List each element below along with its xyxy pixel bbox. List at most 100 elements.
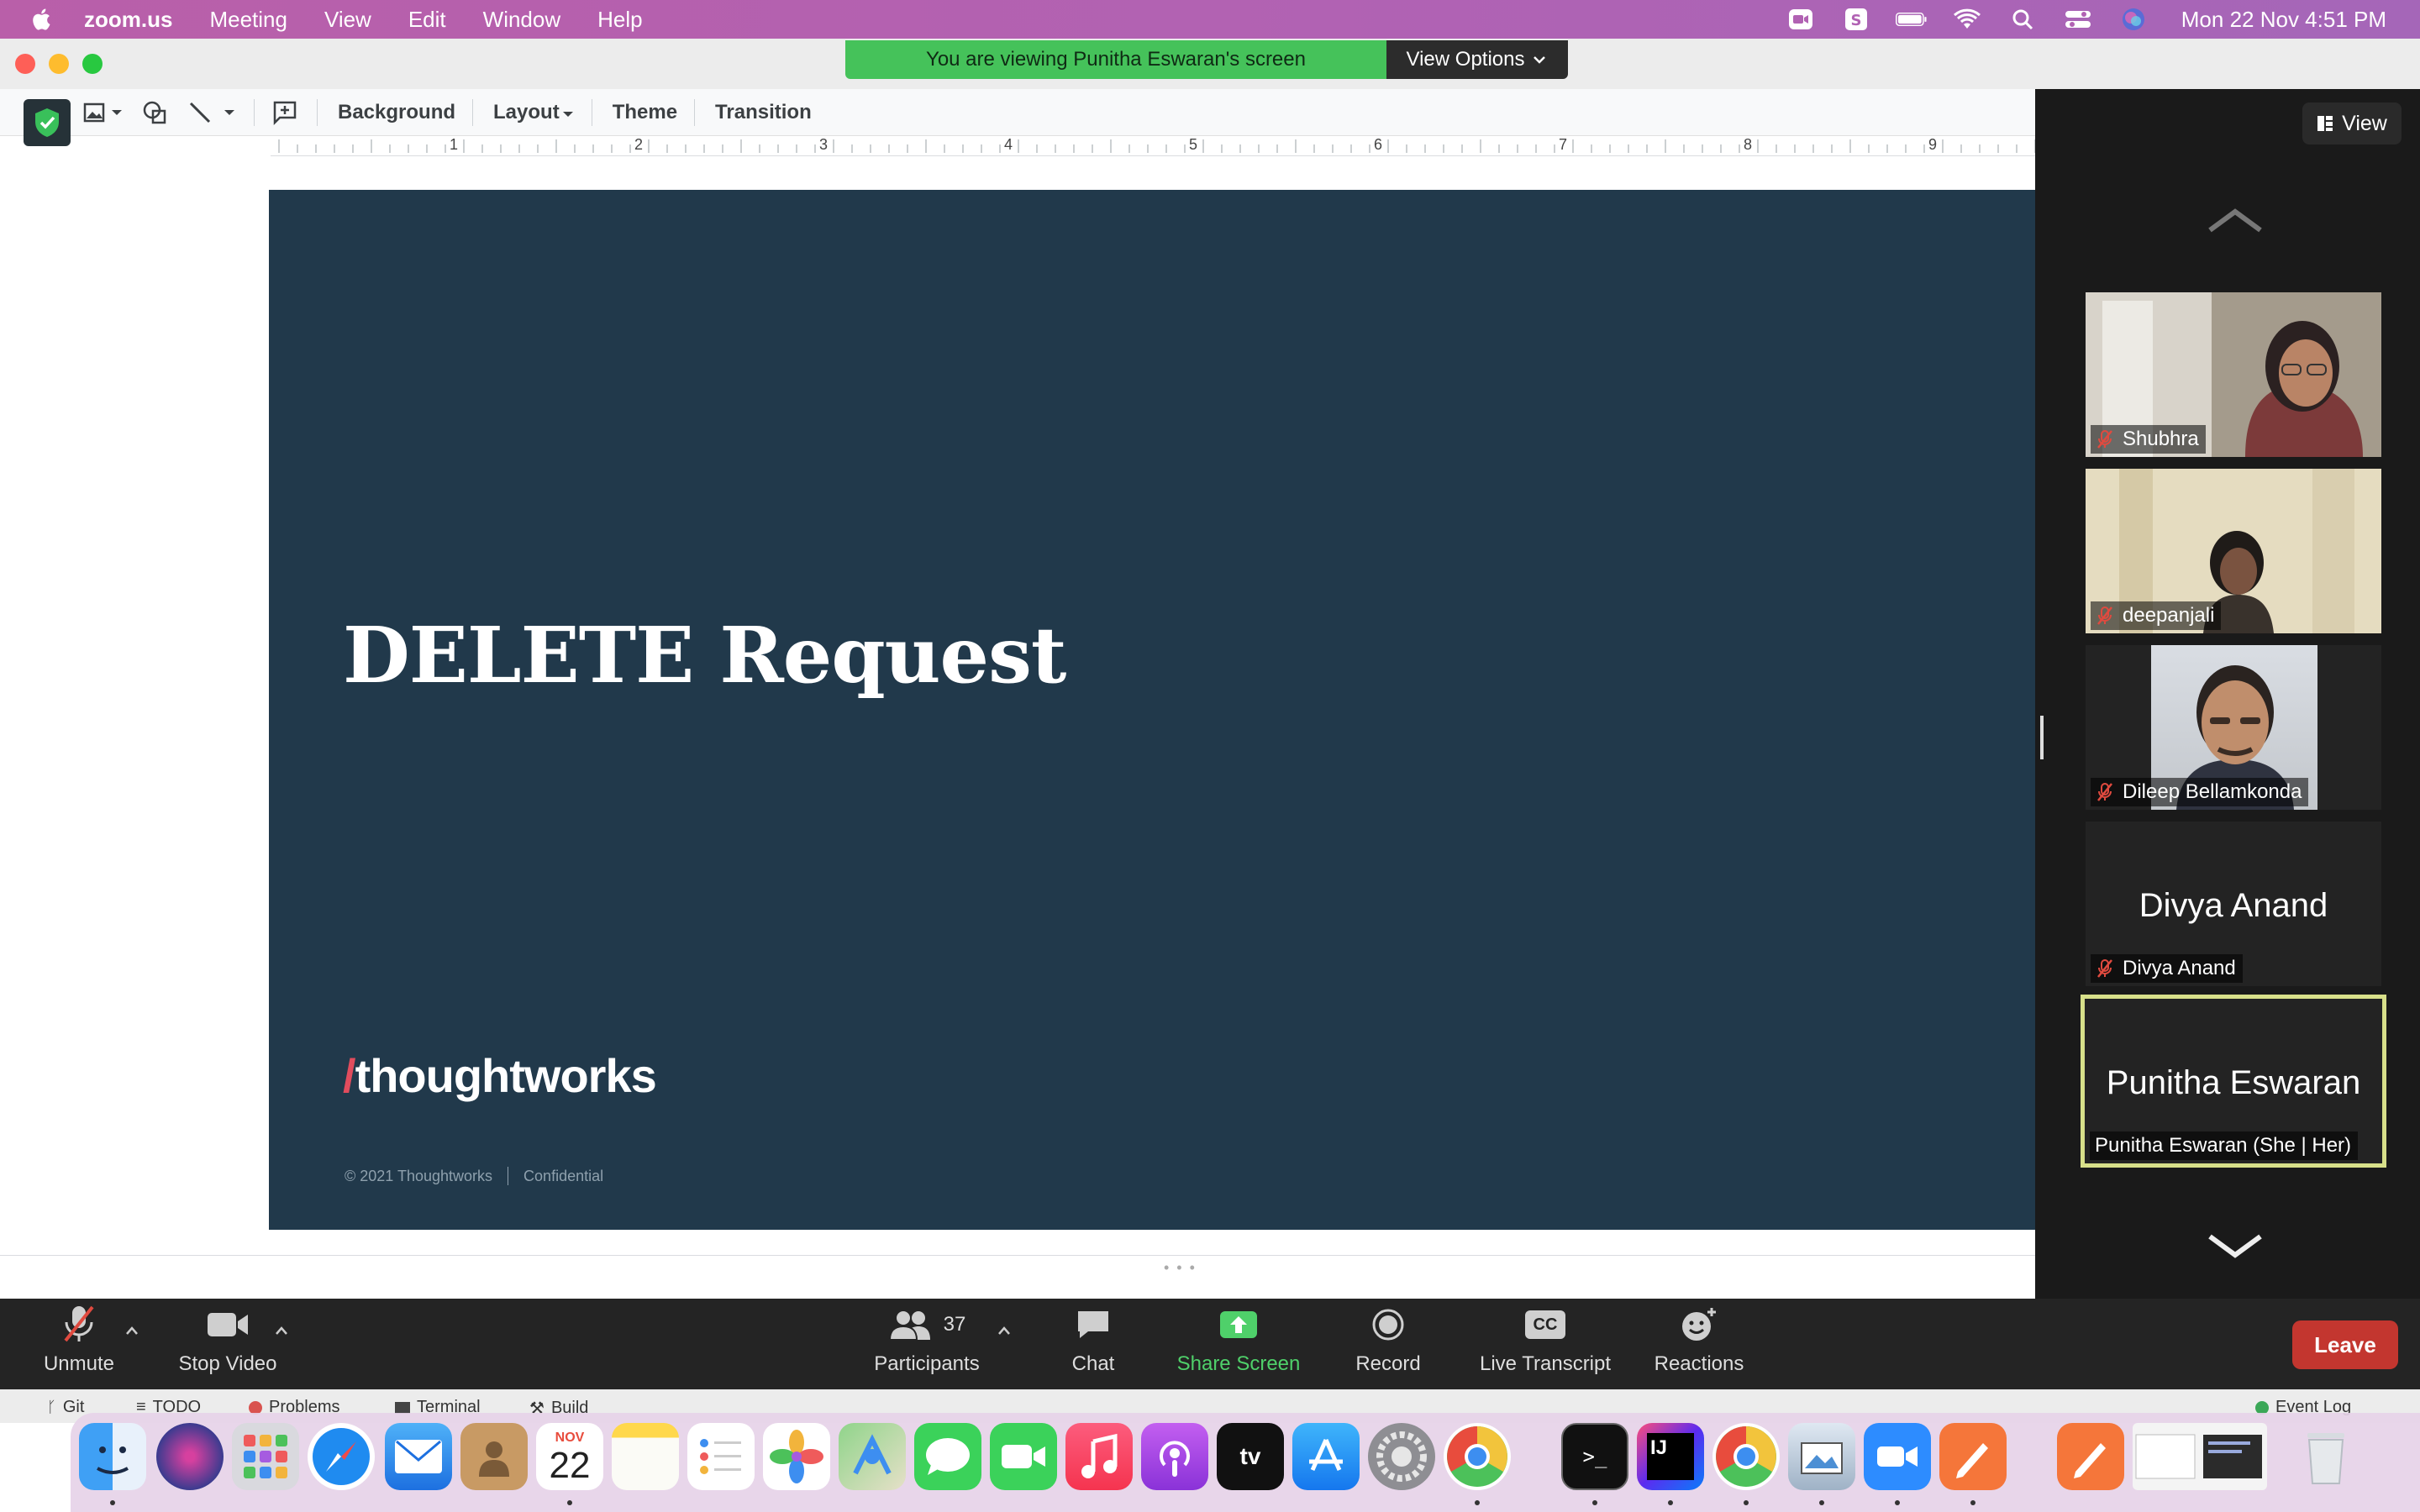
participant-tile[interactable]: Shubhra (2086, 292, 2381, 457)
facetime-icon[interactable] (990, 1423, 1057, 1490)
calendar-month: NOV (555, 1431, 585, 1445)
live-transcript-button[interactable]: CC Live Transcript (1474, 1305, 1617, 1386)
preview-icon[interactable] (1788, 1423, 1855, 1490)
security-shield-icon[interactable] (24, 99, 71, 146)
share-screen-label: Share Screen (1176, 1352, 1301, 1375)
terminal-icon[interactable]: >_ (1561, 1423, 1628, 1490)
intellij-icon[interactable]: IJ (1637, 1423, 1704, 1490)
battery-icon[interactable] (1895, 7, 1928, 32)
menubar-clock[interactable]: Mon 22 Nov 4:51 PM (2181, 7, 2386, 33)
git-tab[interactable]: ᚴ Git (47, 1398, 84, 1417)
transition-button[interactable]: Transition (715, 101, 812, 124)
menu-edit[interactable]: Edit (408, 7, 446, 33)
chrome-icon[interactable] (1712, 1423, 1780, 1490)
layout-button[interactable]: Layout (493, 101, 575, 124)
chrome-icon[interactable] (1444, 1423, 1511, 1490)
line-icon[interactable] (185, 97, 215, 128)
participants-button[interactable]: 37 Participants (865, 1305, 988, 1386)
settings-icon[interactable] (1368, 1423, 1435, 1490)
finder-icon[interactable] (79, 1423, 146, 1490)
chevron-up-icon[interactable] (2205, 205, 2265, 235)
chat-button[interactable]: Chat (1060, 1305, 1126, 1386)
podcasts-icon[interactable] (1141, 1423, 1208, 1490)
s-status-icon[interactable]: S (1840, 7, 1872, 32)
chevron-up-icon[interactable] (274, 1326, 289, 1336)
leave-button[interactable]: Leave (2292, 1320, 2398, 1369)
pen-icon[interactable] (1939, 1423, 2007, 1490)
chat-icon (1078, 1311, 1108, 1338)
reactions-button[interactable]: Reactions (1650, 1305, 1748, 1386)
mic-muted-icon (64, 1305, 94, 1342)
chevron-down-icon[interactable] (109, 108, 124, 118)
minimized-windows[interactable] (2133, 1423, 2267, 1490)
apple-icon[interactable] (30, 6, 55, 33)
share-screen-button[interactable]: Share Screen (1173, 1305, 1304, 1386)
git-branch-icon: ᚴ (47, 1399, 56, 1415)
slide[interactable]: DELETE Request /thoughtworks © 2021 Thou… (269, 190, 2035, 1230)
chevron-up-icon[interactable] (124, 1326, 139, 1336)
minimize-window-button[interactable] (49, 54, 69, 74)
launchpad-icon[interactable] (232, 1423, 299, 1490)
safari-icon[interactable] (308, 1423, 375, 1490)
participant-display-name: Punitha Eswaran (2106, 1064, 2361, 1101)
participant-label: Shubhra (2091, 425, 2206, 454)
view-button[interactable]: View (2302, 102, 2402, 144)
zoom-status-icon[interactable] (1785, 7, 1817, 32)
record-button[interactable]: Record (1353, 1305, 1423, 1386)
messages-icon[interactable] (914, 1423, 981, 1490)
running-indicator (110, 1500, 115, 1505)
maximize-window-button[interactable] (82, 54, 103, 74)
participant-count: 37 (943, 1313, 966, 1336)
appstore-icon[interactable] (1292, 1423, 1360, 1490)
maps-icon[interactable] (839, 1423, 906, 1490)
calendar-icon[interactable]: NOV 22 (536, 1423, 603, 1490)
chevron-down-icon[interactable] (2205, 1231, 2265, 1262)
stop-video-button[interactable]: Stop Video (171, 1305, 284, 1386)
view-options-button[interactable]: View Options (1386, 40, 1568, 79)
menu-view[interactable]: View (324, 7, 371, 33)
record-icon (1372, 1309, 1404, 1341)
mail-icon[interactable] (385, 1423, 452, 1490)
search-icon[interactable] (2007, 7, 2039, 32)
participant-name: deepanjali (2123, 604, 2215, 627)
close-window-button[interactable] (15, 54, 35, 74)
thoughtworks-logo: /thoughtworks (343, 1048, 657, 1103)
meeting-controls: Unmute Stop Video 37 Participants Chat S… (0, 1299, 2420, 1389)
menu-help[interactable]: Help (597, 7, 642, 33)
speaker-notes-area[interactable]: • • • (0, 1255, 2035, 1299)
siri-icon[interactable] (156, 1423, 224, 1490)
layout-icon (2317, 116, 2333, 131)
participant-tile[interactable]: deepanjali (2086, 469, 2381, 633)
add-comment-icon[interactable] (270, 97, 300, 128)
unmute-button[interactable]: Unmute (34, 1305, 124, 1386)
theme-button[interactable]: Theme (613, 101, 677, 124)
shape-icon[interactable] (139, 97, 170, 128)
contacts-icon[interactable] (460, 1423, 528, 1490)
panel-splitter[interactable] (2040, 716, 2044, 759)
menu-window[interactable]: Window (483, 7, 560, 33)
participants-icon (888, 1310, 930, 1341)
resize-grip-icon[interactable]: • • • (1164, 1259, 1197, 1277)
menu-meeting[interactable]: Meeting (209, 7, 287, 33)
zoom-icon[interactable] (1864, 1423, 1931, 1490)
music-icon[interactable] (1065, 1423, 1133, 1490)
siri-icon[interactable] (2118, 7, 2149, 32)
pen-icon[interactable] (2057, 1423, 2124, 1490)
participant-tile[interactable]: Divya Anand Divya Anand (2086, 822, 2381, 986)
active-speaker-tile[interactable]: Punitha Eswaran Punitha Eswaran (She | H… (2081, 995, 2386, 1168)
background-button[interactable]: Background (338, 101, 455, 124)
chevron-up-icon[interactable] (997, 1326, 1012, 1336)
notes-icon[interactable] (612, 1423, 679, 1490)
running-indicator (1970, 1500, 1975, 1505)
participant-tile[interactable]: Dileep Bellamkonda (2086, 645, 2381, 810)
reminders-icon[interactable] (687, 1423, 755, 1490)
chevron-down-icon[interactable] (222, 108, 237, 118)
photos-icon[interactable] (763, 1423, 830, 1490)
participant-label: Dileep Bellamkonda (2091, 778, 2309, 806)
appletv-icon[interactable]: tv (1217, 1423, 1284, 1490)
menu-app-name[interactable]: zoom.us (84, 7, 172, 33)
wifi-icon[interactable] (1951, 7, 1983, 32)
control-center-icon[interactable] (2062, 7, 2094, 32)
trash-icon[interactable] (2292, 1423, 2360, 1490)
image-icon[interactable] (79, 97, 109, 128)
